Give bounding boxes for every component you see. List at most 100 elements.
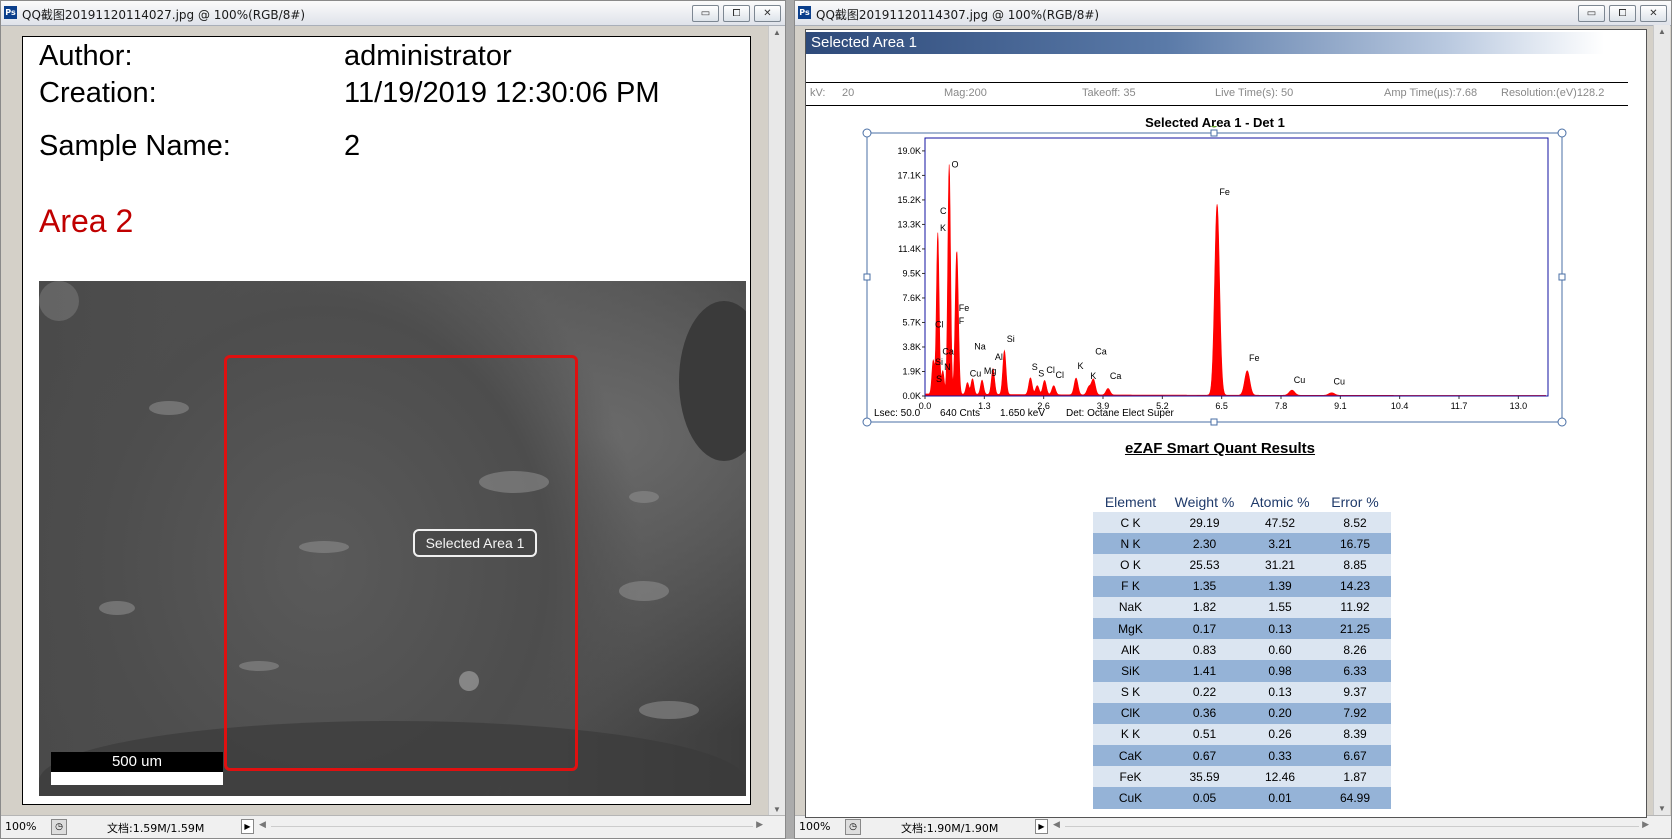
y-tick-label: 1.9K: [902, 366, 921, 376]
scroll-down-icon[interactable]: ▼: [769, 805, 785, 814]
table-cell: 6.67: [1319, 745, 1391, 767]
table-cell: 21.25: [1319, 617, 1391, 640]
peak-label: Mg: [984, 366, 997, 376]
scroll-left-icon[interactable]: ◀: [259, 820, 266, 830]
table-header-element: Element: [1104, 494, 1157, 510]
maximize-icon: ⧠: [732, 8, 741, 19]
table-cell: FeK: [1093, 766, 1168, 788]
peak-label: Ca: [1110, 371, 1122, 381]
table-cell: 3.21: [1241, 533, 1319, 555]
table-cell: 11.92: [1319, 596, 1391, 618]
y-tick-label: 7.6K: [902, 293, 921, 303]
table-cell: 1.82: [1168, 596, 1241, 618]
table-cell: 35.59: [1168, 766, 1241, 788]
maximize-icon: ⧠: [1618, 8, 1627, 19]
scroll-right-icon[interactable]: ▶: [1642, 820, 1649, 830]
status-info-icon[interactable]: ◷: [845, 819, 861, 835]
table-cell: 0.67: [1168, 745, 1241, 767]
minimize-button[interactable]: ▭: [692, 5, 719, 22]
table-cell: CaK: [1093, 745, 1168, 767]
left-titlebar[interactable]: Ps QQ截图20191120114027.jpg @ 100%(RGB/8#)…: [1, 1, 785, 26]
table-cell: SiK: [1093, 660, 1168, 682]
rotate-handle-icon[interactable]: [1210, 126, 1218, 128]
table-cell: C K: [1093, 512, 1168, 534]
close-icon: ✕: [1649, 8, 1658, 19]
table-cell: AlK: [1093, 639, 1168, 661]
live-time: Live Time(s): 50: [1215, 87, 1294, 99]
minimize-button[interactable]: ▭: [1578, 5, 1605, 22]
maximize-button[interactable]: ⧠: [723, 5, 750, 22]
close-button[interactable]: ✕: [754, 5, 781, 22]
minimize-icon: ▭: [700, 8, 711, 19]
table-cell: S K: [1093, 681, 1168, 703]
peak-label: Ca: [1095, 347, 1107, 357]
y-tick-label: 3.8K: [902, 342, 921, 352]
horizontal-scrollbar[interactable]: [1065, 826, 1639, 827]
right-titlebar[interactable]: Ps QQ截图20191120114307.jpg @ 100%(RGB/8#)…: [795, 1, 1671, 26]
zoom-level[interactable]: 100%: [799, 820, 830, 833]
x-tick-label: 0.0: [919, 401, 932, 411]
table-cell: 9.37: [1319, 681, 1391, 703]
table-cell: 14.23: [1319, 575, 1391, 597]
table-cell: 0.13: [1241, 681, 1319, 703]
acquisition-params: kV: 20 Mag:200 Takeoff: 35 Live Time(s):…: [806, 82, 1628, 106]
doc-size: 文档:1.59M/1.59M: [107, 822, 205, 835]
sample-name-value: 2: [344, 130, 361, 162]
table-cell: 0.01: [1241, 787, 1319, 809]
y-tick-label: 13.3K: [897, 219, 921, 229]
table-cell: 8.85: [1319, 554, 1391, 576]
peak-label: Ca: [942, 347, 954, 357]
author-value: administrator: [344, 40, 512, 72]
table-cell: 1.41: [1168, 660, 1241, 682]
lsec: Lsec: 50.0: [874, 408, 921, 419]
table-row: FeK 35.59 12.46 1.87: [1093, 766, 1391, 788]
resolution: Resolution:(eV)128.2: [1501, 87, 1605, 99]
y-tick-label: 5.7K: [902, 317, 921, 327]
peak-label: S: [1038, 369, 1044, 379]
table-cell: F K: [1093, 575, 1168, 597]
author-label: Author:: [39, 40, 133, 72]
right-vertical-scrollbar[interactable]: ▲ ▼: [1653, 25, 1670, 815]
table-cell: 0.05: [1168, 787, 1241, 809]
selected-area-label: Selected Area 1: [413, 529, 537, 557]
scale-bar: 500 um: [51, 752, 223, 786]
close-button[interactable]: ✕: [1640, 5, 1667, 22]
zoom-level[interactable]: 100%: [5, 820, 36, 833]
eds-spectrum-chart[interactable]: 0.0 1.3 2.6 3.9 5.2 6.5 7.8 9.1 10.4 11.7 13.00.0K…: [860, 126, 1572, 428]
status-info-icon[interactable]: ◷: [51, 819, 67, 835]
table-cell: 1.55: [1241, 596, 1319, 618]
y-tick-label: 9.5K: [902, 268, 921, 278]
peak-label: Cl: [1046, 365, 1055, 375]
scroll-down-icon[interactable]: ▼: [1654, 804, 1670, 813]
scroll-up-icon[interactable]: ▲: [769, 28, 785, 37]
resize-handle-icon: [1558, 273, 1566, 281]
status-menu-arrow-icon[interactable]: ▶: [1035, 819, 1048, 834]
scroll-left-icon[interactable]: ◀: [1053, 820, 1060, 830]
horizontal-scrollbar[interactable]: [271, 826, 753, 827]
x-tick-label: 13.0: [1510, 401, 1528, 411]
table-cell: MgK: [1093, 617, 1168, 640]
left-window-title: QQ截图20191120114027.jpg @ 100%(RGB/8#): [22, 8, 306, 22]
scroll-right-icon[interactable]: ▶: [756, 820, 763, 830]
creation-value: 11/19/2019 12:30:06 PM: [344, 77, 660, 109]
table-header-atomic: Atomic %: [1250, 494, 1310, 510]
quant-results-table: Element Weight % Atomic % Error % C K 29.19 4…: [1093, 492, 1391, 809]
y-tick-label: 15.2K: [897, 195, 921, 205]
left-vertical-scrollbar[interactable]: ▲ ▼: [768, 26, 785, 816]
table-cell: 0.26: [1241, 723, 1319, 746]
maximize-button[interactable]: ⧠: [1609, 5, 1636, 22]
y-tick-label: 19.0K: [897, 146, 921, 156]
amp-time: Amp Time(µs):7.68: [1384, 87, 1478, 99]
sample-name-label: Sample Name:: [39, 130, 231, 162]
status-menu-arrow-icon[interactable]: ▶: [241, 819, 254, 834]
table-row: C K 29.19 47.52 8.52: [1093, 512, 1391, 534]
peak-label: Cu: [1294, 375, 1306, 385]
scroll-up-icon[interactable]: ▲: [1654, 27, 1670, 36]
table-header-weight: Weight %: [1174, 494, 1235, 510]
table-cell: 8.52: [1319, 512, 1391, 534]
table-row: N K 2.30 3.21 16.75: [1093, 533, 1391, 555]
selection-rectangle[interactable]: [224, 355, 578, 771]
table-cell: 6.33: [1319, 660, 1391, 682]
peak-label: Fe: [1219, 187, 1230, 197]
scale-bar-label: 500 um: [51, 752, 223, 772]
